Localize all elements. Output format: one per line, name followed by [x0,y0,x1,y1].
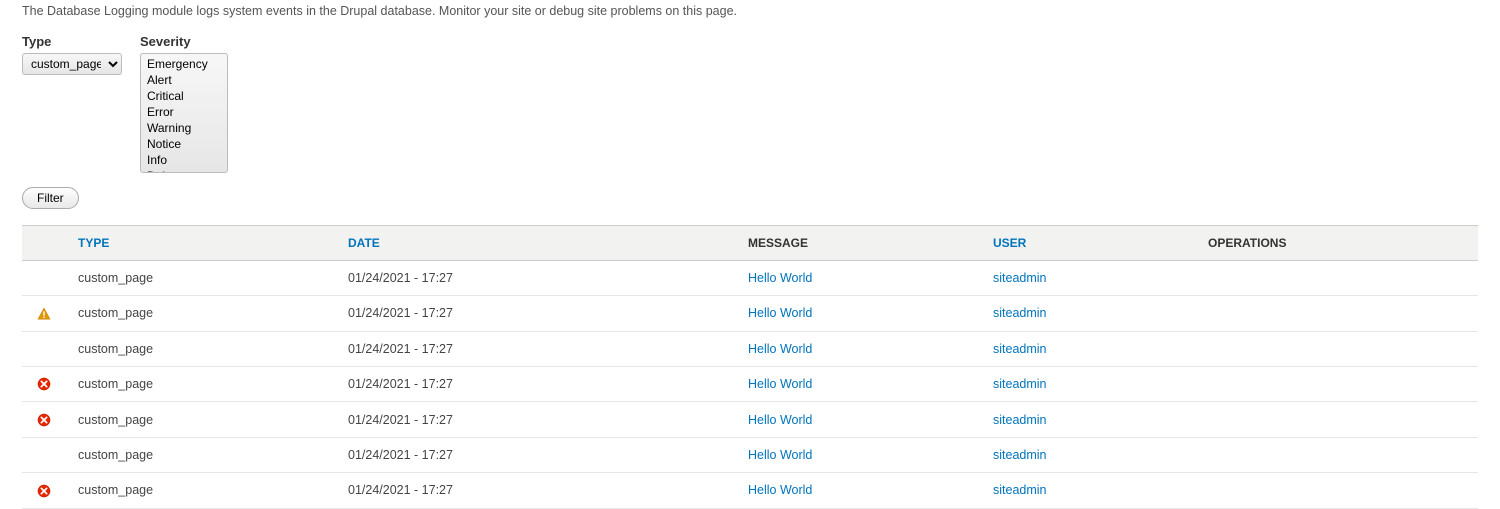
filter-type-group: Type custom_page [22,34,122,75]
message-link[interactable]: Hello World [748,483,812,497]
user-link[interactable]: siteadmin [993,342,1047,356]
table-row: custom_page01/24/2021 - 17:27 Hello World… [22,402,1478,438]
message-link[interactable]: Hello World [748,306,812,320]
warning-icon [37,307,51,321]
cell-operations [1196,296,1478,332]
filter-type-select[interactable]: custom_page [22,53,122,75]
user-link[interactable]: siteadmin [993,448,1047,462]
cell-user: siteadmin [981,473,1196,509]
sort-user-link[interactable]: USER [993,236,1026,250]
cell-date: 01/24/2021 - 17:27 [336,261,736,296]
header-message: MESSAGE [736,226,981,261]
table-row: custom_page01/24/2021 - 17:27 Hello World… [22,331,1478,366]
sort-date-link[interactable]: DATE [348,236,380,250]
cell-severity-icon [22,402,66,438]
filter-type-label: Type [22,34,122,49]
cell-message: Hello World [736,366,981,402]
cell-user: siteadmin [981,261,1196,296]
cell-message: Hello World [736,473,981,509]
header-type: TYPE [66,226,336,261]
table-row: custom_page01/24/2021 - 17:27 Hello World… [22,296,1478,332]
cell-date: 01/24/2021 - 17:27 [336,473,736,509]
user-link[interactable]: siteadmin [993,271,1047,285]
error-icon [37,413,51,427]
user-link[interactable]: siteadmin [993,483,1047,497]
cell-type: custom_page [66,402,336,438]
filter-button[interactable]: Filter [22,187,79,209]
cell-user: siteadmin [981,438,1196,473]
cell-message: Hello World [736,261,981,296]
header-user: USER [981,226,1196,261]
cell-user: siteadmin [981,296,1196,332]
log-table-header-row: TYPE DATE MESSAGE USER OPERATIONS [22,226,1478,261]
cell-severity-icon [22,438,66,473]
message-link[interactable]: Hello World [748,377,812,391]
table-row: custom_page01/24/2021 - 17:27 Hello World… [22,473,1478,509]
cell-date: 01/24/2021 - 17:27 [336,402,736,438]
error-icon [37,377,51,391]
message-link[interactable]: Hello World [748,271,812,285]
header-icon [22,226,66,261]
cell-type: custom_page [66,366,336,402]
table-row: custom_page01/24/2021 - 17:27 Hello World… [22,438,1478,473]
table-row: custom_page01/24/2021 - 17:27 Hello World… [22,261,1478,296]
filter-severity-select[interactable]: EmergencyAlertCriticalErrorWarningNotice… [140,53,228,173]
message-link[interactable]: Hello World [748,413,812,427]
filters-row: Type custom_page Severity EmergencyAlert… [22,34,1478,173]
cell-operations [1196,473,1478,509]
table-row: custom_page01/24/2021 - 17:27 Hello World… [22,366,1478,402]
filter-severity-label: Severity [140,34,228,49]
message-link[interactable]: Hello World [748,448,812,462]
message-link[interactable]: Hello World [748,342,812,356]
cell-message: Hello World [736,331,981,366]
filter-severity-group: Severity EmergencyAlertCriticalErrorWarn… [140,34,228,173]
cell-operations [1196,331,1478,366]
log-table: TYPE DATE MESSAGE USER OPERATIONS custom… [22,225,1478,509]
cell-date: 01/24/2021 - 17:27 [336,331,736,366]
header-date: DATE [336,226,736,261]
cell-message: Hello World [736,438,981,473]
cell-type: custom_page [66,296,336,332]
cell-operations [1196,366,1478,402]
cell-operations [1196,438,1478,473]
cell-date: 01/24/2021 - 17:27 [336,366,736,402]
cell-message: Hello World [736,402,981,438]
user-link[interactable]: siteadmin [993,377,1047,391]
cell-user: siteadmin [981,366,1196,402]
cell-severity-icon [22,261,66,296]
cell-severity-icon [22,473,66,509]
cell-message: Hello World [736,296,981,332]
cell-type: custom_page [66,438,336,473]
header-operations: OPERATIONS [1196,226,1478,261]
cell-type: custom_page [66,331,336,366]
user-link[interactable]: siteadmin [993,413,1047,427]
cell-severity-icon [22,331,66,366]
user-link[interactable]: siteadmin [993,306,1047,320]
cell-date: 01/24/2021 - 17:27 [336,296,736,332]
page-description: The Database Logging module logs system … [22,4,1478,18]
cell-severity-icon [22,296,66,332]
cell-date: 01/24/2021 - 17:27 [336,438,736,473]
cell-operations [1196,402,1478,438]
cell-user: siteadmin [981,402,1196,438]
cell-user: siteadmin [981,331,1196,366]
cell-type: custom_page [66,261,336,296]
error-icon [37,484,51,498]
sort-type-link[interactable]: TYPE [78,236,109,250]
filter-button-row: Filter [22,187,1478,209]
cell-operations [1196,261,1478,296]
cell-type: custom_page [66,473,336,509]
cell-severity-icon [22,366,66,402]
